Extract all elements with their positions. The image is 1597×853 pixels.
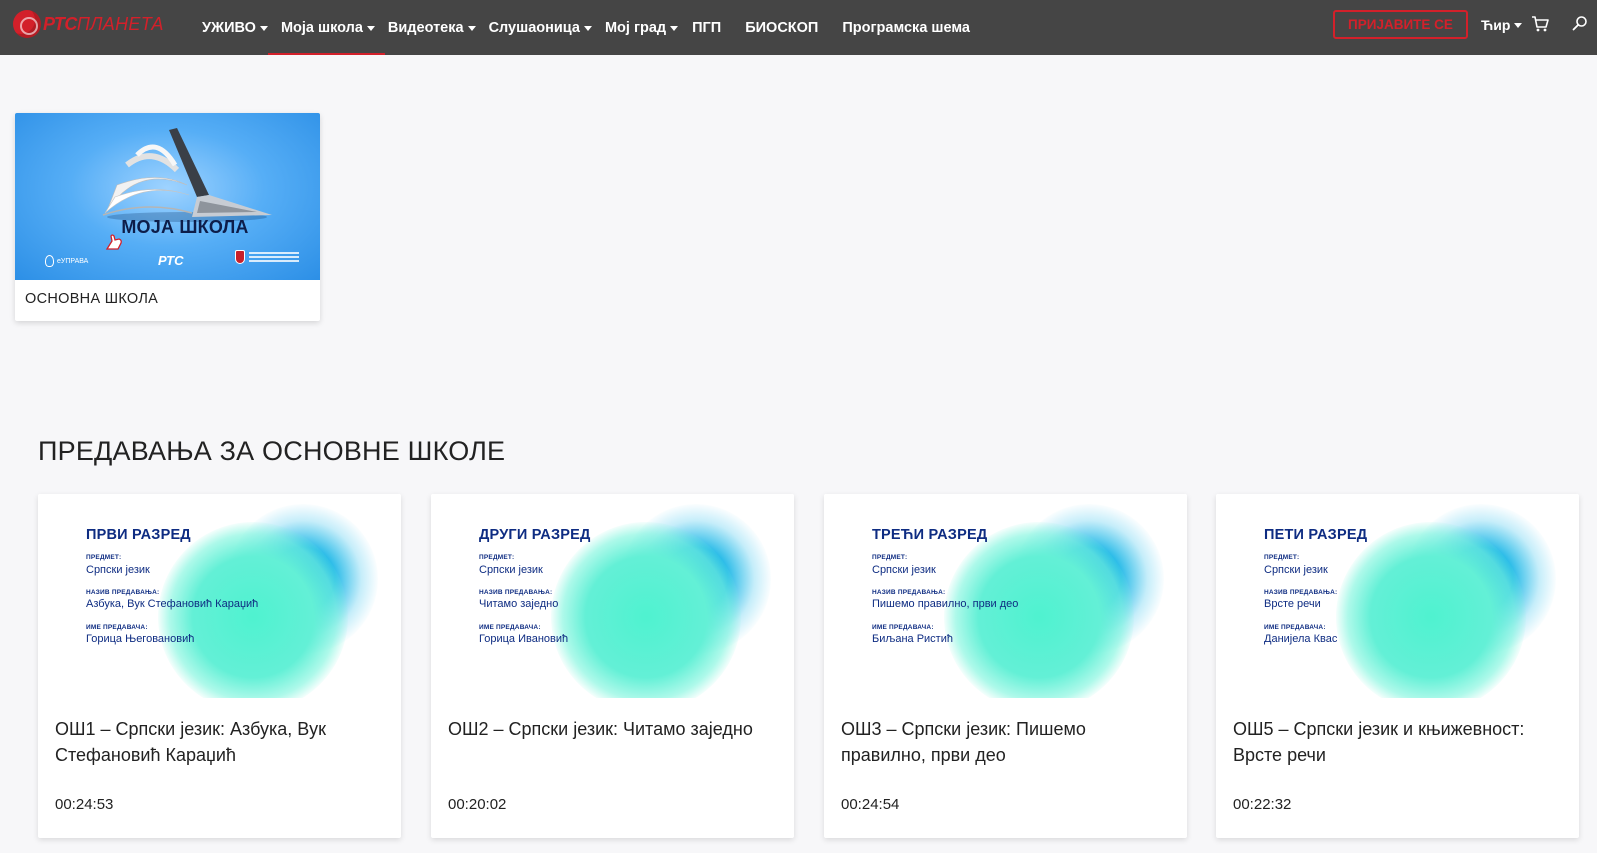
lesson-title[interactable]: ОШ5 – Српски језик и књижевност: Врсте р… [1233, 716, 1563, 768]
cart-icon[interactable] [1531, 15, 1549, 33]
nav-item-bioskop[interactable]: БИОСКОП [745, 0, 818, 55]
language-selector[interactable]: Ћир [1481, 0, 1523, 50]
search-icon[interactable] [1572, 15, 1588, 31]
nav-label: Слушаоница [488, 19, 580, 36]
lesson-thumbnail: ПЕТИ РАЗРЕД ПРЕДМЕТ: Српски језик НАЗИВ … [1216, 494, 1579, 698]
moja-skola-title: МОЈА ШКОЛА [121, 217, 249, 237]
lesson-grade: ПРВИ РАЗРЕД [86, 527, 191, 543]
lesson-cards: ПРВИ РАЗРЕД ПРЕДМЕТ: Српски језик НАЗИВ … [38, 494, 1579, 839]
nav-label: Моја школа [280, 19, 363, 36]
lesson-thumbnail: ТРЕЋИ РАЗРЕД ПРЕДМЕТ: Српски језик НАЗИВ… [824, 494, 1187, 698]
lesson-subject-label: ПРЕДМЕТ: [872, 554, 908, 561]
euprava-text: eУПРАВА [57, 257, 89, 265]
nav-item-programska-sema[interactable]: Програмска шема [842, 0, 970, 55]
nav-item-uzivo[interactable]: УЖИВО [202, 0, 268, 55]
nav-label: Видеотека [387, 19, 464, 36]
lesson-card[interactable]: ПРВИ РАЗРЕД ПРЕДМЕТ: Српски језик НАЗИВ … [38, 494, 401, 838]
lesson-subject: Српски језик [872, 564, 936, 576]
nav-item-moja-skola[interactable]: Моја школа [267, 0, 385, 55]
lesson-title[interactable]: ОШ1 – Српски језик: Азбука, Вук Стефанов… [55, 716, 385, 768]
lesson-thumbnail: ПРВИ РАЗРЕД ПРЕДМЕТ: Српски језик НАЗИВ … [38, 494, 401, 698]
pointing-hand-icon [105, 234, 122, 250]
lesson-lecture: Пишемо правилно, први део [872, 598, 1019, 610]
chevron-down-icon [259, 25, 268, 31]
lesson-subject: Српски језик [86, 564, 150, 576]
lesson-subject-label: ПРЕДМЕТ: [1264, 554, 1300, 561]
lesson-title[interactable]: ОШ3 – Српски језик: Пишемо правилно, прв… [841, 716, 1171, 768]
logo-planeta-text: ПЛАНЕТА [76, 13, 164, 34]
nav-label: Мој град [604, 19, 667, 36]
lesson-teacher: Горица Његовановић [86, 633, 195, 645]
lesson-teacher-label: ИМЕ ПРЕДАВАЧА: [872, 624, 934, 631]
lesson-grade: ДРУГИ РАЗРЕД [479, 527, 591, 543]
nav-item-moj-grad[interactable]: Мој град [604, 0, 679, 55]
rts-small-logo: РТС [158, 253, 184, 268]
lesson-subject: Српски језик [479, 564, 543, 576]
lesson-card[interactable]: ПЕТИ РАЗРЕД ПРЕДМЕТ: Српски језик НАЗИВ … [1216, 494, 1579, 838]
chevron-down-icon [583, 25, 592, 31]
lesson-lecture: Азбука, Вук Стефановић Караџић [86, 598, 259, 610]
nav-label: Програмска шема [842, 19, 970, 36]
lesson-lecture-label: НАЗИВ ПРЕДАВАЊА: [1264, 589, 1338, 596]
lesson-teacher: Данијела Квас [1264, 633, 1338, 645]
lesson-subject: Српски језик [1264, 564, 1328, 576]
lesson-lecture-label: НАЗИВ ПРЕДАВАЊА: [86, 589, 160, 596]
lesson-subject-label: ПРЕДМЕТ: [479, 554, 515, 561]
lesson-teacher-label: ИМЕ ПРЕДАВАЧА: [479, 624, 541, 631]
school-card-label: ОСНОВНА ШКОЛА [25, 291, 159, 307]
nav-label: БИОСКОП [745, 19, 819, 36]
school-card-osnovna[interactable]: МОЈА ШКОЛА eУПРАВА РТС ОСНОВНА ШКОЛА [15, 113, 320, 321]
lesson-card[interactable]: ДРУГИ РАЗРЕД ПРЕДМЕТ: Српски језик НАЗИВ… [431, 494, 794, 838]
main-nav: УЖИВО Моја школа Видеотека Слушаоница Мо… [202, 0, 970, 55]
chevron-down-icon [366, 25, 375, 31]
chevron-down-icon [670, 25, 679, 31]
lesson-teacher-label: ИМЕ ПРЕДАВАЧА: [1264, 624, 1326, 631]
rts-logo-icon [13, 10, 41, 38]
lesson-teacher-label: ИМЕ ПРЕДАВАЧА: [86, 624, 148, 631]
logo-rts-text: РТС [43, 13, 77, 34]
euprava-logo: eУПРАВА [45, 255, 88, 267]
lesson-lecture-label: НАЗИВ ПРЕДАВАЊА: [479, 589, 553, 596]
lesson-title[interactable]: ОШ2 – Српски језик: Читамо заједно [448, 716, 778, 742]
chevron-down-icon [1514, 23, 1523, 28]
ministry-logo [235, 250, 305, 264]
lesson-teacher: Биљана Ристић [872, 633, 953, 645]
lesson-duration: 00:24:54 [841, 796, 900, 813]
bulb-icon [45, 255, 54, 267]
nav-label: УЖИВО [202, 19, 256, 36]
lesson-lecture: Врсте речи [1264, 598, 1321, 610]
login-button[interactable]: ПРИЈАВИТЕ СЕ [1333, 10, 1468, 39]
lesson-grade: ТРЕЋИ РАЗРЕД [872, 527, 988, 543]
lesson-lecture: Читамо заједно [479, 598, 559, 610]
chevron-down-icon [467, 25, 476, 31]
language-label: Ћир [1481, 17, 1511, 33]
nav-item-videoteka[interactable]: Видеотека [388, 0, 476, 55]
book-laptop-illustration [102, 128, 272, 222]
nav-item-pgp[interactable]: ПГП [692, 0, 721, 55]
nav-label: ПГП [692, 19, 722, 36]
nav-item-slusaonica[interactable]: Слушаоница [489, 0, 592, 55]
lesson-lecture-label: НАЗИВ ПРЕДАВАЊА: [872, 589, 946, 596]
lesson-thumbnail: ДРУГИ РАЗРЕД ПРЕДМЕТ: Српски језик НАЗИВ… [431, 494, 794, 698]
serbian-crest-icon [235, 250, 245, 264]
lesson-duration: 00:22:32 [1233, 796, 1292, 813]
lesson-grade: ПЕТИ РАЗРЕД [1264, 527, 1368, 543]
lesson-duration: 00:20:02 [448, 796, 507, 813]
lesson-teacher: Горица Ивановић [479, 633, 569, 645]
lesson-subject-label: ПРЕДМЕТ: [86, 554, 122, 561]
section-title: ПРЕДАВАЊА ЗА ОСНОВНЕ ШКОЛЕ [38, 436, 506, 466]
lesson-duration: 00:24:53 [55, 796, 114, 813]
lesson-card[interactable]: ТРЕЋИ РАЗРЕД ПРЕДМЕТ: Српски језик НАЗИВ… [824, 494, 1187, 838]
rts-planeta-logo[interactable]: РТС ПЛАНЕТА [13, 6, 175, 42]
top-navbar: РТС ПЛАНЕТА УЖИВО Моја школа Видеотека С… [0, 0, 1597, 55]
moja-skola-thumbnail: МОЈА ШКОЛА eУПРАВА РТС [15, 113, 320, 280]
